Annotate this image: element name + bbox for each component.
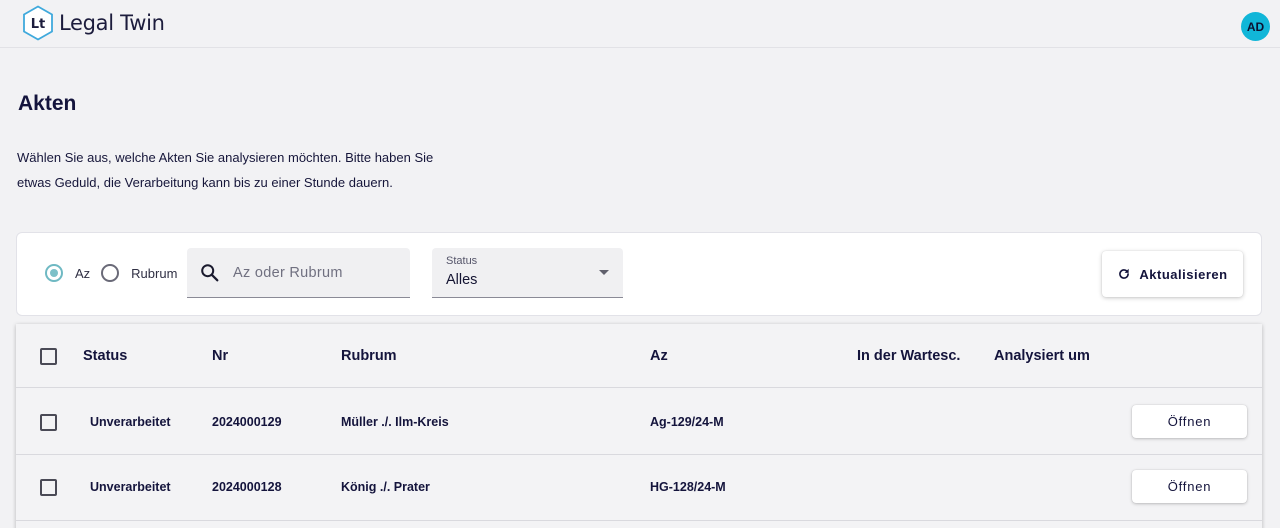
row-rubrum: König ./. Prater [341,480,430,494]
column-header-queue[interactable]: In der Wartesc. [857,348,960,364]
hexagon-logo-icon: Lt [23,5,53,41]
status-select-value: Alles [446,272,478,288]
filter-card: Az Rubrum Status Alles Aktualisieren [16,232,1262,316]
row-rubrum: Müller ./. Ilm-Kreis [341,415,449,429]
status-select-label: Status [446,255,478,267]
intro-line-2: etwas Geduld, die Verarbeitung kann bis … [17,175,393,190]
refresh-button[interactable]: Aktualisieren [1102,251,1243,297]
page-title: Akten [18,92,77,115]
avatar[interactable]: AD [1241,12,1270,41]
table-row: Unverarbeitet 2024000128 König ./. Prate… [16,455,1262,521]
table-header: Status Nr Rubrum Az In der Wartesc. Anal… [16,324,1262,388]
column-header-az[interactable]: Az [650,348,668,364]
radio-rubrum-label[interactable]: Rubrum [131,266,177,281]
search-mode-radio-group: Az Rubrum [45,264,188,282]
select-all-checkbox[interactable] [40,348,57,365]
row-checkbox[interactable] [40,479,57,496]
refresh-icon [1119,268,1130,279]
app-logo[interactable]: Lt Legal Twin [22,5,165,41]
search-field[interactable] [187,248,410,298]
row-az: Ag-129/24-M [650,415,724,429]
column-header-status[interactable]: Status [83,348,127,364]
row-status: Unverarbeitet [90,415,171,429]
column-header-rubrum[interactable]: Rubrum [341,348,397,364]
svg-text:Lt: Lt [31,17,46,32]
top-bar: Lt Legal Twin AD [0,0,1280,48]
open-button[interactable]: Öffnen [1132,405,1247,438]
radio-checked-dot [50,269,58,277]
caret-down-icon [599,270,609,275]
row-az: HG-128/24-M [650,480,726,494]
column-header-nr[interactable]: Nr [212,348,228,364]
search-input[interactable] [233,262,403,284]
files-table: Status Nr Rubrum Az In der Wartesc. Anal… [16,324,1262,528]
radio-rubrum[interactable] [101,264,120,282]
open-button[interactable]: Öffnen [1132,470,1247,503]
app-name: Legal Twin [59,11,165,35]
row-nr: 2024000128 [212,480,282,494]
search-icon [201,264,219,282]
intro-text: Wählen Sie aus, welche Akten Sie analysi… [17,145,487,195]
radio-az[interactable] [45,264,63,282]
status-select[interactable]: Status Alles [432,248,623,298]
column-header-analyzed[interactable]: Analysiert um [994,348,1090,364]
row-checkbox[interactable] [40,414,57,431]
row-status: Unverarbeitet [90,480,171,494]
refresh-button-label: Aktualisieren [1139,266,1228,282]
row-nr: 2024000129 [212,415,282,429]
intro-line-1: Wählen Sie aus, welche Akten Sie analysi… [17,150,434,165]
table-row: Unverarbeitet 2024000129 Müller ./. Ilm-… [16,389,1262,455]
radio-az-label[interactable]: Az [75,266,90,281]
